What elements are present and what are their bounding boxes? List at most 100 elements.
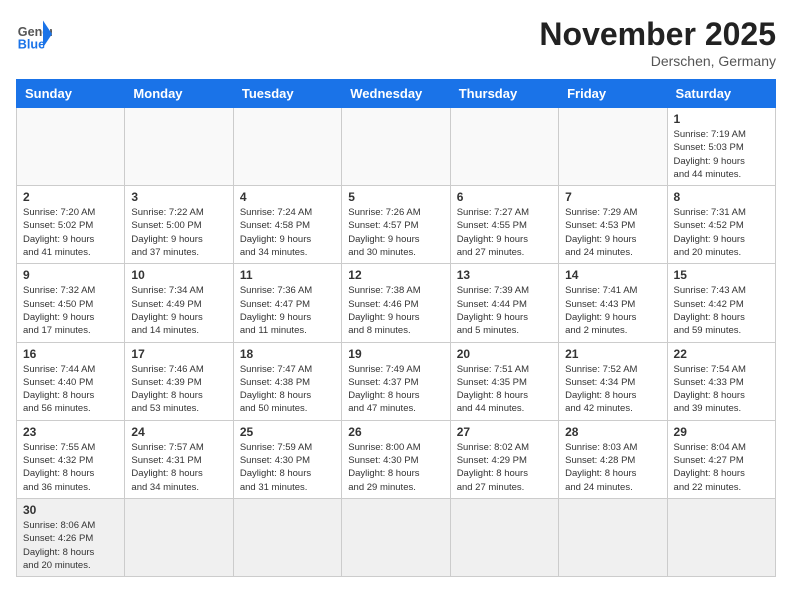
calendar-row: 23 Sunrise: 7:55 AM Sunset: 4:32 PM Dayli… bbox=[17, 420, 776, 498]
calendar-cell: 15Sunrise: 7:43 AM Sunset: 4:42 PM Dayli… bbox=[667, 264, 775, 342]
day-info: Sunrise: 7:49 AM Sunset: 4:37 PM Dayligh… bbox=[348, 363, 443, 416]
calendar-cell: 17 Sunrise: 7:46 AM Sunset: 4:39 PM Dayli… bbox=[125, 342, 233, 420]
weekday-header: Wednesday bbox=[342, 80, 450, 108]
day-info: Sunrise: 7:34 AM Sunset: 4:49 PM Dayligh… bbox=[131, 284, 226, 337]
calendar-cell: 11 Sunrise: 7:36 AM Sunset: 4:47 PM Dayli… bbox=[233, 264, 341, 342]
calendar-cell bbox=[342, 108, 450, 186]
day-number: 11 bbox=[240, 268, 335, 282]
day-info: Sunrise: 7:55 AM Sunset: 4:32 PM Dayligh… bbox=[23, 441, 118, 494]
day-info: Sunrise: 7:57 AM Sunset: 4:31 PM Dayligh… bbox=[131, 441, 226, 494]
calendar-row: 30 Sunrise: 8:06 AM Sunset: 4:26 PM Dayli… bbox=[17, 498, 776, 576]
day-number: 1 bbox=[674, 112, 769, 126]
day-info: Sunrise: 8:03 AM Sunset: 4:28 PM Dayligh… bbox=[565, 441, 660, 494]
weekday-header: Saturday bbox=[667, 80, 775, 108]
day-number: 10 bbox=[131, 268, 226, 282]
header: General Blue November 2025 Derschen, Ger… bbox=[16, 16, 776, 69]
day-number: 4 bbox=[240, 190, 335, 204]
day-number: 14 bbox=[565, 268, 660, 282]
day-number: 16 bbox=[23, 347, 118, 361]
calendar-cell: 3Sunrise: 7:22 AM Sunset: 5:00 PM Daylig… bbox=[125, 186, 233, 264]
day-info: Sunrise: 7:27 AM Sunset: 4:55 PM Dayligh… bbox=[457, 206, 552, 259]
day-info: Sunrise: 8:04 AM Sunset: 4:27 PM Dayligh… bbox=[674, 441, 769, 494]
day-info: Sunrise: 7:38 AM Sunset: 4:46 PM Dayligh… bbox=[348, 284, 443, 337]
svg-text:Blue: Blue bbox=[18, 37, 45, 51]
day-info: Sunrise: 7:47 AM Sunset: 4:38 PM Dayligh… bbox=[240, 363, 335, 416]
calendar-cell: 7 Sunrise: 7:29 AM Sunset: 4:53 PM Daylig… bbox=[559, 186, 667, 264]
calendar-cell: 20Sunrise: 7:51 AM Sunset: 4:35 PM Dayli… bbox=[450, 342, 558, 420]
day-number: 21 bbox=[565, 347, 660, 361]
calendar-cell: 1 Sunrise: 7:19 AM Sunset: 5:03 PM Daylig… bbox=[667, 108, 775, 186]
day-number: 18 bbox=[240, 347, 335, 361]
day-info: Sunrise: 7:32 AM Sunset: 4:50 PM Dayligh… bbox=[23, 284, 118, 337]
calendar-cell: 16 Sunrise: 7:44 AM Sunset: 4:40 PM Dayli… bbox=[17, 342, 125, 420]
day-info: Sunrise: 7:39 AM Sunset: 4:44 PM Dayligh… bbox=[457, 284, 552, 337]
calendar-row: 1 Sunrise: 7:19 AM Sunset: 5:03 PM Daylig… bbox=[17, 108, 776, 186]
calendar-cell: 28Sunrise: 8:03 AM Sunset: 4:28 PM Dayli… bbox=[559, 420, 667, 498]
calendar-cell: 25Sunrise: 7:59 AM Sunset: 4:30 PM Dayli… bbox=[233, 420, 341, 498]
day-info: Sunrise: 7:29 AM Sunset: 4:53 PM Dayligh… bbox=[565, 206, 660, 259]
day-number: 25 bbox=[240, 425, 335, 439]
day-number: 6 bbox=[457, 190, 552, 204]
day-number: 27 bbox=[457, 425, 552, 439]
day-number: 22 bbox=[674, 347, 769, 361]
calendar-row: 16 Sunrise: 7:44 AM Sunset: 4:40 PM Dayli… bbox=[17, 342, 776, 420]
day-info: Sunrise: 7:24 AM Sunset: 4:58 PM Dayligh… bbox=[240, 206, 335, 259]
calendar-cell bbox=[125, 498, 233, 576]
calendar-cell: 2Sunrise: 7:20 AM Sunset: 5:02 PM Daylig… bbox=[17, 186, 125, 264]
calendar-cell: 27 Sunrise: 8:02 AM Sunset: 4:29 PM Dayli… bbox=[450, 420, 558, 498]
calendar-cell bbox=[233, 498, 341, 576]
day-number: 8 bbox=[674, 190, 769, 204]
calendar-cell bbox=[450, 108, 558, 186]
day-info: Sunrise: 7:52 AM Sunset: 4:34 PM Dayligh… bbox=[565, 363, 660, 416]
day-info: Sunrise: 7:43 AM Sunset: 4:42 PM Dayligh… bbox=[674, 284, 769, 337]
calendar-cell bbox=[342, 498, 450, 576]
calendar-cell: 23 Sunrise: 7:55 AM Sunset: 4:32 PM Dayli… bbox=[17, 420, 125, 498]
calendar-row: 2Sunrise: 7:20 AM Sunset: 5:02 PM Daylig… bbox=[17, 186, 776, 264]
day-info: Sunrise: 7:46 AM Sunset: 4:39 PM Dayligh… bbox=[131, 363, 226, 416]
calendar-cell bbox=[450, 498, 558, 576]
calendar-cell: 19 Sunrise: 7:49 AM Sunset: 4:37 PM Dayli… bbox=[342, 342, 450, 420]
calendar-cell: 22 Sunrise: 7:54 AM Sunset: 4:33 PM Dayli… bbox=[667, 342, 775, 420]
calendar-header-row: SundayMondayTuesdayWednesdayThursdayFrid… bbox=[17, 80, 776, 108]
calendar-cell: 14Sunrise: 7:41 AM Sunset: 4:43 PM Dayli… bbox=[559, 264, 667, 342]
weekday-header: Tuesday bbox=[233, 80, 341, 108]
calendar: SundayMondayTuesdayWednesdayThursdayFrid… bbox=[16, 79, 776, 577]
day-number: 2 bbox=[23, 190, 118, 204]
day-info: Sunrise: 8:06 AM Sunset: 4:26 PM Dayligh… bbox=[23, 519, 118, 572]
calendar-cell bbox=[233, 108, 341, 186]
day-number: 23 bbox=[23, 425, 118, 439]
day-info: Sunrise: 7:36 AM Sunset: 4:47 PM Dayligh… bbox=[240, 284, 335, 337]
calendar-cell: 10 Sunrise: 7:34 AM Sunset: 4:49 PM Dayli… bbox=[125, 264, 233, 342]
day-number: 30 bbox=[23, 503, 118, 517]
calendar-cell: 21 Sunrise: 7:52 AM Sunset: 4:34 PM Dayli… bbox=[559, 342, 667, 420]
calendar-cell bbox=[667, 498, 775, 576]
calendar-row: 9 Sunrise: 7:32 AM Sunset: 4:50 PM Daylig… bbox=[17, 264, 776, 342]
day-info: Sunrise: 7:54 AM Sunset: 4:33 PM Dayligh… bbox=[674, 363, 769, 416]
logo: General Blue bbox=[16, 16, 52, 52]
month-title: November 2025 bbox=[539, 16, 776, 53]
calendar-cell: 13 Sunrise: 7:39 AM Sunset: 4:44 PM Dayli… bbox=[450, 264, 558, 342]
day-info: Sunrise: 7:19 AM Sunset: 5:03 PM Dayligh… bbox=[674, 128, 769, 181]
calendar-cell bbox=[559, 498, 667, 576]
day-number: 24 bbox=[131, 425, 226, 439]
calendar-cell: 4 Sunrise: 7:24 AM Sunset: 4:58 PM Daylig… bbox=[233, 186, 341, 264]
day-info: Sunrise: 8:02 AM Sunset: 4:29 PM Dayligh… bbox=[457, 441, 552, 494]
weekday-header: Friday bbox=[559, 80, 667, 108]
calendar-cell: 12Sunrise: 7:38 AM Sunset: 4:46 PM Dayli… bbox=[342, 264, 450, 342]
weekday-header: Thursday bbox=[450, 80, 558, 108]
day-number: 13 bbox=[457, 268, 552, 282]
calendar-cell: 29Sunrise: 8:04 AM Sunset: 4:27 PM Dayli… bbox=[667, 420, 775, 498]
weekday-header: Sunday bbox=[17, 80, 125, 108]
day-info: Sunrise: 7:31 AM Sunset: 4:52 PM Dayligh… bbox=[674, 206, 769, 259]
day-info: Sunrise: 7:44 AM Sunset: 4:40 PM Dayligh… bbox=[23, 363, 118, 416]
calendar-cell bbox=[559, 108, 667, 186]
day-number: 17 bbox=[131, 347, 226, 361]
day-number: 9 bbox=[23, 268, 118, 282]
day-number: 19 bbox=[348, 347, 443, 361]
calendar-cell: 18 Sunrise: 7:47 AM Sunset: 4:38 PM Dayli… bbox=[233, 342, 341, 420]
day-info: Sunrise: 7:51 AM Sunset: 4:35 PM Dayligh… bbox=[457, 363, 552, 416]
calendar-cell: 30 Sunrise: 8:06 AM Sunset: 4:26 PM Dayli… bbox=[17, 498, 125, 576]
logo-icon: General Blue bbox=[16, 16, 52, 52]
calendar-cell: 24 Sunrise: 7:57 AM Sunset: 4:31 PM Dayli… bbox=[125, 420, 233, 498]
day-number: 7 bbox=[565, 190, 660, 204]
